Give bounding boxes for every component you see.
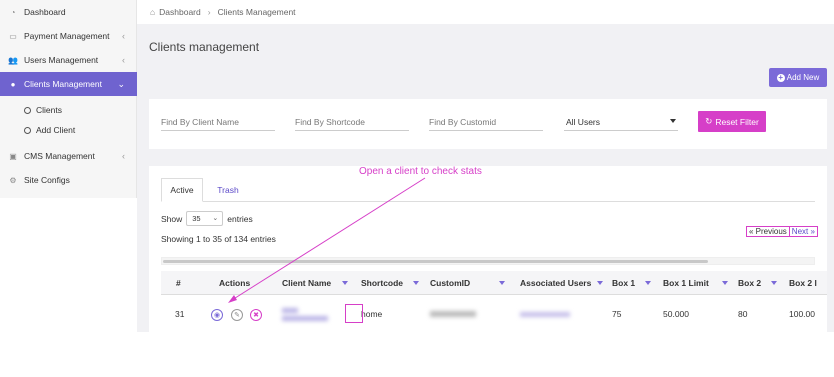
view-button-highlight (345, 304, 363, 323)
annotation-arrow (228, 177, 426, 303)
